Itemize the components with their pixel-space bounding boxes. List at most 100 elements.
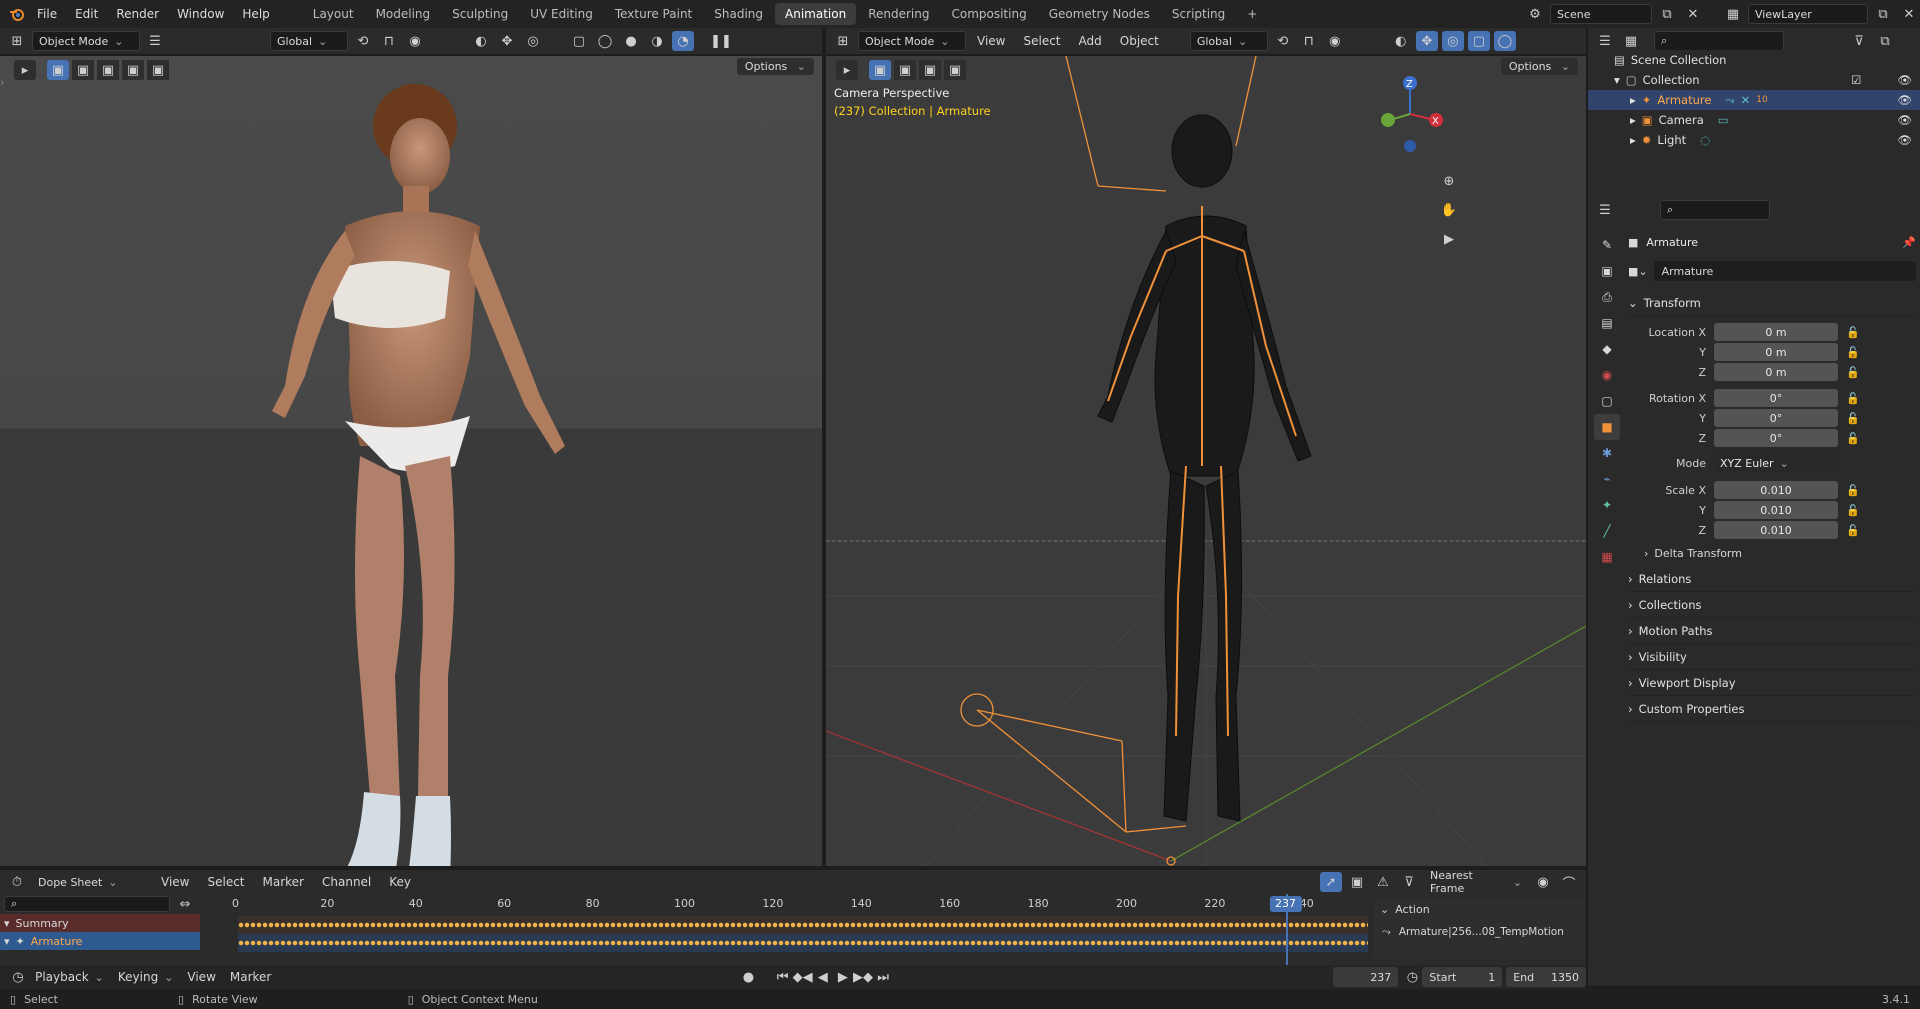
tab-layout[interactable]: Layout — [303, 3, 364, 25]
play-icon[interactable]: ▶ — [833, 967, 853, 987]
camera-view-icon[interactable]: ▶ — [1438, 229, 1460, 249]
tool-tab-icon[interactable]: ✎ — [1594, 232, 1620, 258]
collections-panel-header[interactable]: › Collections — [1628, 592, 1916, 618]
scene-selector[interactable]: Scene — [1550, 4, 1652, 24]
new-view-layer-icon[interactable]: ⧉ — [1872, 4, 1894, 24]
location-z-field[interactable]: 0 m — [1714, 363, 1838, 381]
right-orientation-dropdown[interactable]: Global — [1189, 31, 1268, 51]
outliner-item-camera[interactable]: ▸ ▣ Camera ▭ 👁 — [1588, 110, 1920, 130]
lock-icon[interactable]: 🔓 — [1846, 326, 1860, 339]
menu-key[interactable]: Key — [382, 875, 418, 889]
end-frame-field[interactable]: End 1350 — [1506, 967, 1587, 987]
filter-icon[interactable]: ⊽ — [1848, 31, 1870, 51]
menu-edit[interactable]: Edit — [66, 0, 107, 28]
tab-modeling[interactable]: Modeling — [366, 3, 441, 25]
new-scene-icon[interactable]: ⧉ — [1656, 4, 1678, 24]
menu-help[interactable]: Help — [233, 0, 278, 28]
wireframe-shading-icon[interactable]: ◯ — [1493, 31, 1516, 51]
location-x-field[interactable]: 0 m — [1714, 323, 1838, 341]
tab-geometry-nodes[interactable]: Geometry Nodes — [1039, 3, 1160, 25]
channel-summary[interactable]: ▾ Summary — [0, 914, 200, 932]
menu-render[interactable]: Render — [107, 0, 168, 28]
scale-z-field[interactable]: 0.010 — [1714, 521, 1838, 539]
clock-icon[interactable]: ◷ — [1402, 967, 1422, 987]
menu-select[interactable]: Select — [1016, 34, 1067, 48]
tab-scripting[interactable]: Scripting — [1162, 3, 1235, 25]
object-tab-icon[interactable]: ■ — [1594, 414, 1620, 440]
proportional-edit-icon[interactable]: ◉ — [404, 31, 426, 51]
view-layer-icon[interactable]: ▦ — [1722, 4, 1744, 24]
visibility-icon[interactable]: ◐ — [470, 31, 492, 51]
editor-type-icon[interactable]: ☰ — [1594, 200, 1616, 220]
play-reverse-icon[interactable]: ◀ — [813, 967, 833, 987]
outliner-collection[interactable]: ▾ ▢ Collection ☑ 👁 — [1588, 70, 1920, 90]
outliner-item-armature[interactable]: ▸ ✦ Armature ⤳ ✕ 10 👁 — [1588, 90, 1920, 110]
lock-icon[interactable]: 🔓 — [1846, 412, 1860, 425]
object-type-icon[interactable]: ■⌄ — [1628, 265, 1648, 278]
display-mode-icon[interactable]: ▦ — [1620, 31, 1642, 51]
outliner-item-light[interactable]: ▸ ✹ Light ◌ 👁 — [1588, 130, 1920, 150]
outliner-search[interactable]: ⌕ — [1654, 31, 1784, 51]
editor-type-icon[interactable]: ☰ — [1594, 31, 1616, 51]
custom-properties-panel-header[interactable]: › Custom Properties — [1628, 696, 1916, 722]
lock-icon[interactable]: 🔓 — [1846, 504, 1860, 517]
pivot-icon[interactable]: ⟲ — [1272, 31, 1294, 51]
scale-y-field[interactable]: 0.010 — [1714, 501, 1838, 519]
relations-panel-header[interactable]: › Relations — [1628, 566, 1916, 592]
hamburger-icon[interactable]: ☰ — [144, 31, 166, 51]
only-errors-icon[interactable]: ⚠ — [1372, 872, 1394, 892]
left-viewport-rendered[interactable]: ▸ ▣ ▣ ▣ ▣ ▣ Options › — [0, 56, 822, 866]
current-frame-label[interactable]: 237 — [1269, 896, 1302, 912]
output-tab-icon[interactable]: ⎙ — [1594, 284, 1620, 310]
menu-add[interactable]: Add — [1072, 34, 1109, 48]
dope-sheet-timeline[interactable]: 0 20 40 60 80 100 120 140 160 180 200 220 240 237 — [200, 894, 1368, 965]
tab-animation[interactable]: Animation — [775, 3, 857, 25]
next-keyframe-icon[interactable]: ▶◆ — [853, 967, 873, 987]
pause-render-icon[interactable]: ❚❚ — [710, 31, 732, 51]
swap-icon[interactable]: ⇔ — [174, 894, 196, 914]
frame-ruler[interactable]: 0 20 40 60 80 100 120 140 160 180 200 220 240 — [200, 894, 1368, 914]
zoom-icon[interactable]: ⊕ — [1438, 171, 1460, 191]
lock-icon[interactable]: 🔓 — [1846, 524, 1860, 537]
menu-marker[interactable]: Marker — [256, 875, 311, 889]
menu-select[interactable]: Select — [200, 875, 251, 889]
proportional-edit-icon[interactable]: ◉ — [1324, 31, 1346, 51]
location-y-field[interactable]: 0 m — [1714, 343, 1838, 361]
summary-keyframes[interactable] — [238, 921, 1368, 929]
action-selector[interactable]: ⤳ Armature|256...08_TempMotion — [1374, 920, 1584, 944]
xray-icon[interactable]: ▢ — [568, 31, 590, 51]
menu-object[interactable]: Object — [1113, 34, 1166, 48]
jump-end-icon[interactable]: ⏭ — [873, 967, 893, 987]
show-hidden-icon[interactable]: ▣ — [1346, 872, 1368, 892]
properties-search[interactable]: ⌕ — [1660, 200, 1770, 220]
left-orientation-dropdown[interactable]: Global — [270, 31, 348, 51]
prev-keyframe-icon[interactable]: ◆◀ — [793, 967, 813, 987]
snap-dropdown[interactable]: Nearest Frame — [1424, 869, 1528, 895]
lock-icon[interactable]: 🔓 — [1846, 366, 1860, 379]
navigation-gizmo[interactable]: Z X — [1358, 72, 1448, 162]
proportional-icon[interactable]: ◉ — [1532, 872, 1554, 892]
xray-icon[interactable]: ▢ — [1467, 31, 1490, 51]
rotation-x-field[interactable]: 0° — [1714, 389, 1838, 407]
only-selected-icon[interactable]: ➚ — [1320, 872, 1342, 892]
gizmo-icon[interactable]: ✥ — [1415, 31, 1438, 51]
scene-icon[interactable]: ⚙ — [1524, 4, 1546, 24]
menu-window[interactable]: Window — [168, 0, 233, 28]
material-shading-icon[interactable]: ◑ — [646, 31, 668, 51]
menu-playback[interactable]: Playback — [28, 970, 111, 984]
menu-marker[interactable]: Marker — [223, 970, 278, 984]
falloff-icon[interactable]: ⌒ — [1558, 872, 1580, 892]
jump-start-icon[interactable]: ⏮ — [772, 967, 792, 987]
armature-keyframes[interactable] — [238, 939, 1368, 947]
eye-icon[interactable]: 👁 — [1897, 133, 1912, 147]
tab-shading[interactable]: Shading — [704, 3, 773, 25]
transform-panel-header[interactable]: ⌄ Transform — [1628, 290, 1916, 316]
lock-icon[interactable]: 🔓 — [1846, 392, 1860, 405]
visibility-panel-header[interactable]: › Visibility — [1628, 644, 1916, 670]
add-workspace-icon[interactable]: + — [1237, 3, 1267, 25]
filter-icon[interactable]: ⊽ — [1398, 872, 1420, 892]
overlay-icon[interactable]: ◎ — [1441, 31, 1464, 51]
delete-view-layer-icon[interactable]: ✕ — [1898, 4, 1920, 24]
solid-shading-icon[interactable]: ● — [620, 31, 642, 51]
view-layer-selector[interactable]: ViewLayer — [1748, 4, 1868, 24]
